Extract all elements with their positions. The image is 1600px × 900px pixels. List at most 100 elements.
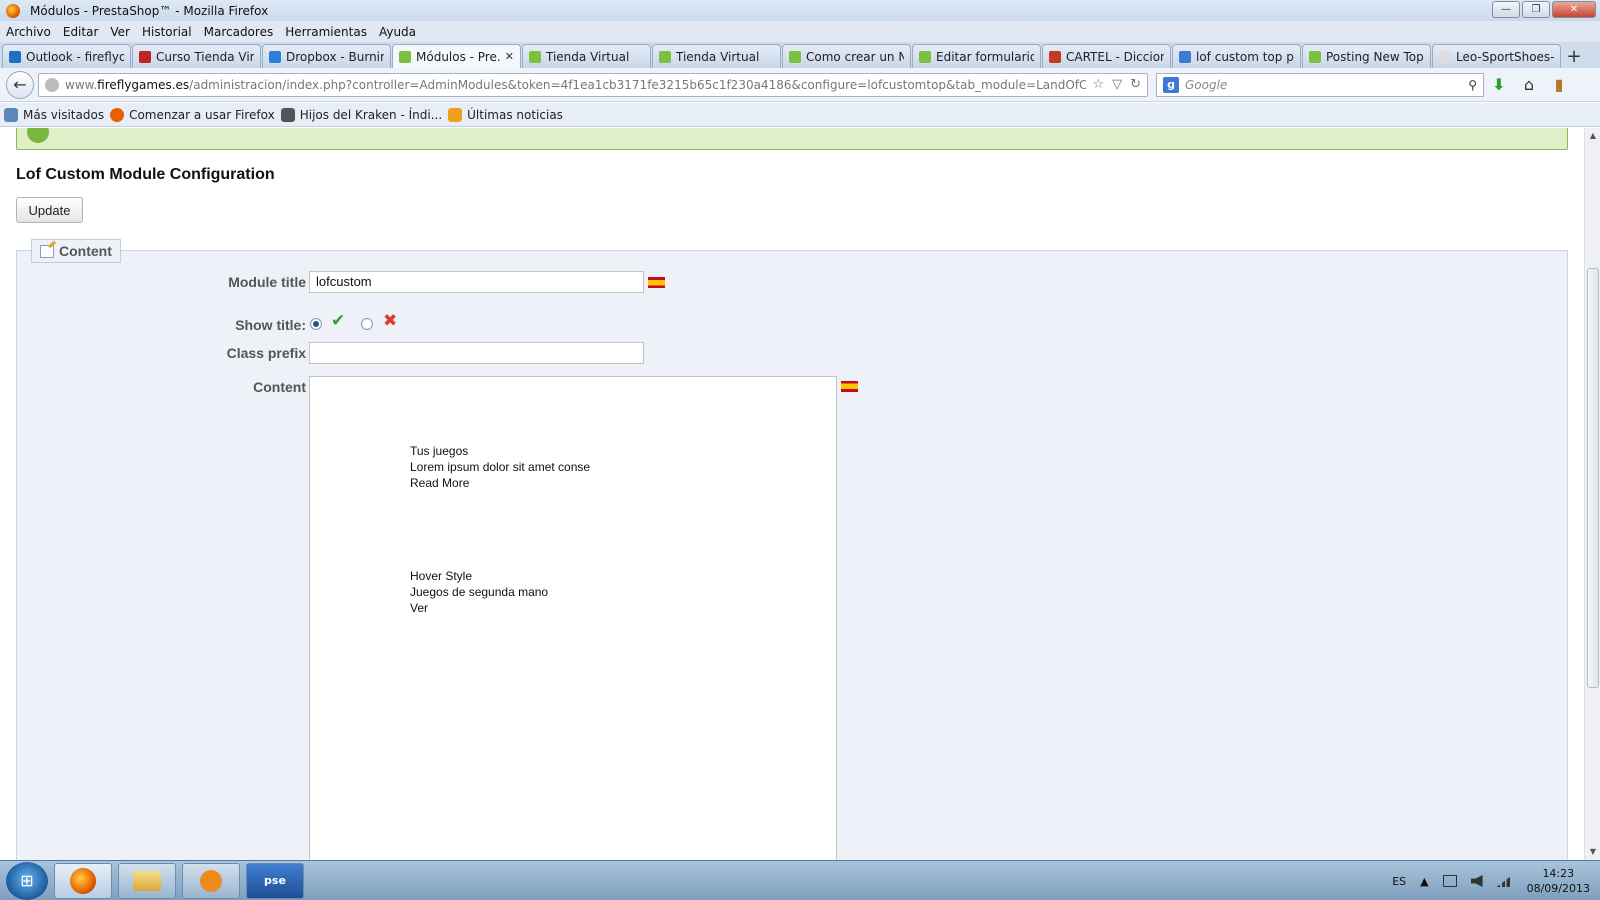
clock-date: 08/09/2013 <box>1526 882 1590 895</box>
home-icon[interactable]: ⌂ <box>1514 75 1544 94</box>
menu-archivo[interactable]: Archivo <box>6 25 51 39</box>
tab-label: Módulos - Pre... <box>416 49 500 64</box>
scroll-up-arrow-icon[interactable]: ▲ <box>1585 128 1600 144</box>
tab-tienda-virtual-1[interactable]: Tienda Virtual <box>522 44 651 68</box>
tab-leo-sportshoes[interactable]: Leo-SportShoes-P... <box>1432 44 1561 68</box>
bookmark-label: Más visitados <box>23 107 105 122</box>
download-icon[interactable]: ⬇ <box>1484 75 1514 94</box>
prestashop-icon <box>399 50 411 63</box>
close-tab-icon[interactable]: ✕ <box>505 50 514 63</box>
taskbar-explorer[interactable] <box>118 862 176 899</box>
dropbox-icon <box>269 50 281 63</box>
page-scrollbar[interactable]: ▲ ▼ <box>1584 128 1600 860</box>
show-title-no-radio[interactable] <box>361 318 373 330</box>
success-message-bar <box>16 128 1568 150</box>
editor-link[interactable]: Ver <box>410 600 548 616</box>
tab-editar-formulario[interactable]: Editar formulario ... <box>912 44 1041 68</box>
prestashop-icon <box>659 50 671 63</box>
tab-curso-tienda[interactable]: Curso Tienda Virt... <box>132 44 261 68</box>
editor-link[interactable]: Read More <box>410 475 590 491</box>
search-bar[interactable]: g Google ⚲ <box>1156 72 1484 97</box>
editor-heading: Tus juegos <box>410 444 469 458</box>
windows-taskbar: ⊞ pse ES ▲ 14:23 08/09/2013 <box>0 860 1600 900</box>
tab-label: Como crear un N... <box>806 49 904 64</box>
content-editor[interactable]: Tus juegos Lorem ipsum dolor sit amet co… <box>309 376 837 860</box>
back-button[interactable]: ← <box>6 70 34 99</box>
update-button[interactable]: Update <box>16 197 83 223</box>
search-input[interactable]: Google <box>1185 78 1462 92</box>
tab-modulos-active[interactable]: Módulos - Pre... ✕ <box>392 44 521 68</box>
class-prefix-input[interactable] <box>309 342 644 364</box>
url-text[interactable]: www.fireflygames.es/administracion/index… <box>65 78 1086 92</box>
url-dropdown-icon[interactable]: ▽ <box>1112 77 1122 92</box>
minimize-button[interactable]: — <box>1492 1 1520 18</box>
show-title-yes-radio[interactable] <box>310 318 322 330</box>
content-label: Content <box>253 379 306 395</box>
signal-icon[interactable] <box>1496 875 1513 887</box>
tab-dropbox[interactable]: Dropbox - Burnin... <box>262 44 391 68</box>
star-icon[interactable]: ☆ <box>1092 77 1104 92</box>
tab-cartel[interactable]: CARTEL - Diccion... <box>1042 44 1171 68</box>
module-title-input[interactable]: lofcustom <box>309 271 644 293</box>
start-button[interactable]: ⊞ <box>6 861 48 900</box>
page-title: Lof Custom Module Configuration <box>16 166 275 183</box>
tab-outlook[interactable]: Outlook - fireflyd... <box>2 44 131 68</box>
bookmarks-icon[interactable]: ▮ <box>1544 75 1574 94</box>
network-icon[interactable] <box>1442 875 1457 887</box>
bookmark-ultimas-noticias[interactable]: Últimas noticias <box>448 107 563 122</box>
taskbar-media-player[interactable] <box>182 862 240 899</box>
success-icon <box>27 128 49 143</box>
url-domain: fireflygames.es <box>97 77 190 92</box>
search-icon[interactable]: ⚲ <box>1468 78 1477 92</box>
clock[interactable]: 14:23 08/09/2013 <box>1527 866 1590 896</box>
prestashop-icon <box>1309 50 1321 63</box>
prestashop-icon <box>529 50 541 63</box>
show-hidden-icons-icon[interactable]: ▲ <box>1420 875 1428 888</box>
url-tools: ☆ ▽ ↻ <box>1092 77 1141 92</box>
bookmark-label: Últimas noticias <box>467 107 563 122</box>
bookmark-comenzar-firefox[interactable]: Comenzar a usar Firefox <box>110 107 275 122</box>
globe-icon <box>45 77 59 92</box>
tab-tienda-virtual-2[interactable]: Tienda Virtual <box>652 44 781 68</box>
taskbar-firefox[interactable] <box>54 862 112 899</box>
tab-label: Tienda Virtual <box>546 49 630 64</box>
bookmarks-bar: Más visitados Comenzar a usar Firefox Hi… <box>0 103 1600 127</box>
url-bar[interactable]: www.fireflygames.es/administracion/index… <box>38 72 1148 97</box>
menu-ver[interactable]: Ver <box>110 25 130 39</box>
scrollbar-thumb[interactable] <box>1587 268 1599 688</box>
tab-lof-custom[interactable]: lof custom top pr... <box>1172 44 1301 68</box>
close-window-button[interactable]: ✕ <box>1552 1 1596 18</box>
tab-label: Curso Tienda Virt... <box>156 49 254 64</box>
editor-block-tus-juegos: Tus juegos Lorem ipsum dolor sit amet co… <box>410 443 590 491</box>
window-titlebar: Módulos - PrestaShop™ - Mozilla Firefox … <box>0 0 1600 21</box>
bookmark-hijos-kraken[interactable]: Hijos del Kraken - Índi... <box>280 107 442 122</box>
bookmark-label: Comenzar a usar Firefox <box>129 107 275 122</box>
show-title-label: Show title: <box>235 317 306 333</box>
menu-marcadores[interactable]: Marcadores <box>204 25 274 39</box>
scroll-down-arrow-icon[interactable]: ▼ <box>1585 844 1600 860</box>
volume-icon[interactable] <box>1470 875 1483 887</box>
firefox-logo-icon <box>6 3 20 18</box>
url-prefix: www. <box>65 77 98 92</box>
rss-feed-icon <box>448 107 463 122</box>
menu-editar[interactable]: Editar <box>63 25 99 39</box>
prestashop-icon <box>789 50 801 63</box>
url-path: /administracion/index.php?controller=Adm… <box>189 77 1087 92</box>
blank-page-icon <box>1439 50 1451 63</box>
menu-ayuda[interactable]: Ayuda <box>379 25 416 39</box>
tab-como-crear[interactable]: Como crear un N... <box>782 44 911 68</box>
taskbar-photoshop-elements[interactable]: pse <box>246 862 304 899</box>
google-search-icon[interactable]: g <box>1163 76 1179 93</box>
edit-icon <box>40 244 54 258</box>
tab-posting-new-topic[interactable]: Posting New Topi... <box>1302 44 1431 68</box>
language-indicator[interactable]: ES <box>1392 875 1406 888</box>
spain-flag-icon[interactable] <box>841 381 858 392</box>
navigation-bar: ← www.fireflygames.es/administracion/ind… <box>0 68 1600 102</box>
menu-herramientas[interactable]: Herramientas <box>285 25 367 39</box>
menu-historial[interactable]: Historial <box>142 25 192 39</box>
spain-flag-icon[interactable] <box>648 277 665 288</box>
restore-button[interactable]: ❐ <box>1522 1 1550 18</box>
reload-icon[interactable]: ↻ <box>1130 77 1141 92</box>
new-tab-button[interactable]: + <box>1562 44 1586 68</box>
bookmark-mas-visitados[interactable]: Más visitados <box>4 107 105 122</box>
